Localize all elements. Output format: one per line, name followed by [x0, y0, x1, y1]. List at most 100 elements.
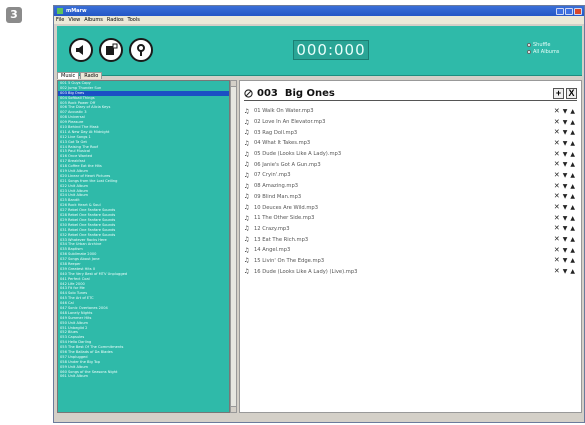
move-up-icon[interactable]: ▲: [570, 225, 575, 232]
playlist-panel: 003 Big Ones + X ♫ 01 Walk On Water.mp3 ✕ ▼…: [239, 80, 582, 413]
remove-track-icon[interactable]: ✕: [554, 107, 560, 115]
remove-track-icon[interactable]: ✕: [554, 236, 560, 243]
move-up-icon[interactable]: ▲: [570, 108, 575, 115]
shuffle-option[interactable]: Shuffle: [527, 41, 559, 48]
menu-view[interactable]: View: [68, 17, 80, 23]
move-up-icon[interactable]: ▲: [570, 172, 575, 179]
settings-button[interactable]: [129, 38, 153, 62]
remove-track-icon[interactable]: ✕: [554, 139, 560, 147]
move-up-icon[interactable]: ▲: [570, 193, 575, 200]
menu-albums[interactable]: Albums: [84, 17, 103, 23]
track-row[interactable]: ♫ 02 Love In An Elevator.mp3 ✕ ▼ ▲: [244, 117, 577, 128]
scroll-up-button[interactable]: [231, 81, 236, 87]
remove-track-icon[interactable]: ✕: [554, 118, 560, 126]
add-playlist-button[interactable]: [99, 38, 123, 62]
remove-track-icon[interactable]: ✕: [554, 182, 560, 190]
move-down-icon[interactable]: ▼: [563, 257, 568, 264]
track-name: 03 Rag Doll.mp3: [254, 129, 298, 136]
track-name: 13 Eat The Rich.mp3: [254, 236, 309, 243]
track-row[interactable]: ♫ 14 Angel.mp3 ✕ ▼ ▲: [244, 245, 577, 256]
music-note-icon: ♫: [244, 161, 250, 169]
track-row[interactable]: ♫ 05 Dude (Looks Like A Lady).mp3 ✕ ▼ ▲: [244, 149, 577, 160]
all-albums-radio[interactable]: [527, 49, 531, 54]
track-row[interactable]: ♫ 11 The Other Side.mp3 ✕ ▼ ▲: [244, 213, 577, 224]
track-row[interactable]: ♫ 01 Walk On Water.mp3 ✕ ▼ ▲: [244, 106, 577, 117]
move-down-icon[interactable]: ▼: [563, 236, 568, 243]
track-row[interactable]: ♫ 03 Rag Doll.mp3 ✕ ▼ ▲: [244, 127, 577, 138]
menu-file[interactable]: File: [56, 17, 64, 23]
remove-track-icon[interactable]: ✕: [554, 171, 560, 179]
track-list: ♫ 01 Walk On Water.mp3 ✕ ▼ ▲ ♫ 02 Love In An E…: [244, 106, 577, 277]
maximize-button[interactable]: [565, 7, 573, 15]
move-down-icon[interactable]: ▼: [563, 129, 568, 136]
move-down-icon[interactable]: ▼: [563, 108, 568, 115]
shuffle-label: Shuffle: [533, 41, 551, 48]
remove-track-icon[interactable]: ✕: [554, 204, 560, 211]
move-down-icon[interactable]: ▼: [563, 119, 568, 126]
track-row[interactable]: ♫ 16 Dude (Looks Like A Lady) (Live).mp3 ✕…: [244, 266, 577, 277]
track-row[interactable]: ♫ 07 Cryin'.mp3 ✕ ▼ ▲: [244, 170, 577, 181]
move-up-icon[interactable]: ▲: [570, 140, 575, 147]
album-list-item[interactable]: 061 Unit Album: [58, 374, 229, 379]
move-down-icon[interactable]: ▼: [563, 161, 568, 168]
app-icon: [57, 8, 63, 14]
move-down-icon[interactable]: ▼: [563, 225, 568, 232]
mute-button[interactable]: [69, 38, 93, 62]
move-down-icon[interactable]: ▼: [563, 140, 568, 147]
move-up-icon[interactable]: ▲: [570, 257, 575, 264]
close-playlist-button[interactable]: X: [566, 88, 577, 99]
remove-track-icon[interactable]: ✕: [554, 161, 560, 168]
track-row[interactable]: ♫ 08 Amazing.mp3 ✕ ▼ ▲: [244, 181, 577, 192]
minimize-button[interactable]: [556, 7, 564, 15]
move-up-icon[interactable]: ▲: [570, 151, 575, 158]
screenshot-root: 3 mMarw File View Albums Radios Tools 00…: [0, 0, 585, 425]
move-up-icon[interactable]: ▲: [570, 204, 575, 211]
move-down-icon[interactable]: ▼: [563, 215, 568, 222]
move-down-icon[interactable]: ▼: [563, 268, 568, 275]
move-up-icon[interactable]: ▲: [570, 161, 575, 168]
track-row[interactable]: ♫ 12 Crazy.mp3 ✕ ▼ ▲: [244, 224, 577, 235]
move-up-icon[interactable]: ▲: [570, 215, 575, 222]
move-up-icon[interactable]: ▲: [570, 183, 575, 190]
close-window-button[interactable]: [574, 7, 582, 15]
all-albums-label: All Albums: [533, 48, 560, 55]
track-row[interactable]: ♫ 06 Janie's Got A Gun.mp3 ✕ ▼ ▲: [244, 159, 577, 170]
menu-radios[interactable]: Radios: [107, 17, 124, 23]
track-controls: ✕ ▼ ▲: [549, 268, 577, 276]
move-down-icon[interactable]: ▼: [563, 151, 568, 158]
album-list-scrollbar[interactable]: [230, 80, 237, 413]
move-down-icon[interactable]: ▼: [563, 204, 568, 211]
move-up-icon[interactable]: ▲: [570, 247, 575, 254]
move-down-icon[interactable]: ▼: [563, 183, 568, 190]
remove-track-icon[interactable]: ✕: [554, 150, 560, 158]
track-row[interactable]: ♫ 15 Livin' On The Edge.mp3 ✕ ▼ ▲: [244, 256, 577, 267]
move-down-icon[interactable]: ▼: [563, 247, 568, 254]
track-name: 06 Janie's Got A Gun.mp3: [254, 161, 321, 168]
menu-tools[interactable]: Tools: [128, 17, 140, 23]
music-note-icon: ♫: [244, 225, 250, 233]
track-row[interactable]: ♫ 09 Blind Man.mp3 ✕ ▼ ▲: [244, 192, 577, 203]
track-row[interactable]: ♫ 10 Deuces Are Wild.mp3 ✕ ▼ ▲: [244, 202, 577, 213]
all-albums-option[interactable]: All Albums: [527, 48, 559, 55]
move-up-icon[interactable]: ▲: [570, 129, 575, 136]
shuffle-radio[interactable]: [527, 42, 531, 47]
remove-track-icon[interactable]: ✕: [554, 268, 560, 275]
tab-music[interactable]: Music: [57, 72, 80, 79]
remove-track-icon[interactable]: ✕: [554, 225, 560, 232]
add-track-button[interactable]: +: [553, 88, 564, 99]
remove-track-icon[interactable]: ✕: [554, 246, 560, 254]
tab-radio[interactable]: Radio: [80, 72, 103, 79]
move-up-icon[interactable]: ▲: [570, 268, 575, 275]
remove-track-icon[interactable]: ✕: [554, 193, 560, 200]
track-name: 09 Blind Man.mp3: [254, 193, 302, 200]
scroll-down-button[interactable]: [231, 406, 236, 412]
track-row[interactable]: ♫ 13 Eat The Rich.mp3 ✕ ▼ ▲: [244, 234, 577, 245]
remove-track-icon[interactable]: ✕: [554, 129, 560, 136]
move-up-icon[interactable]: ▲: [570, 119, 575, 126]
move-up-icon[interactable]: ▲: [570, 236, 575, 243]
remove-track-icon[interactable]: ✕: [554, 257, 560, 264]
remove-track-icon[interactable]: ✕: [554, 214, 560, 222]
move-down-icon[interactable]: ▼: [563, 172, 568, 179]
track-row[interactable]: ♫ 04 What It Takes.mp3 ✕ ▼ ▲: [244, 138, 577, 149]
move-down-icon[interactable]: ▼: [563, 193, 568, 200]
